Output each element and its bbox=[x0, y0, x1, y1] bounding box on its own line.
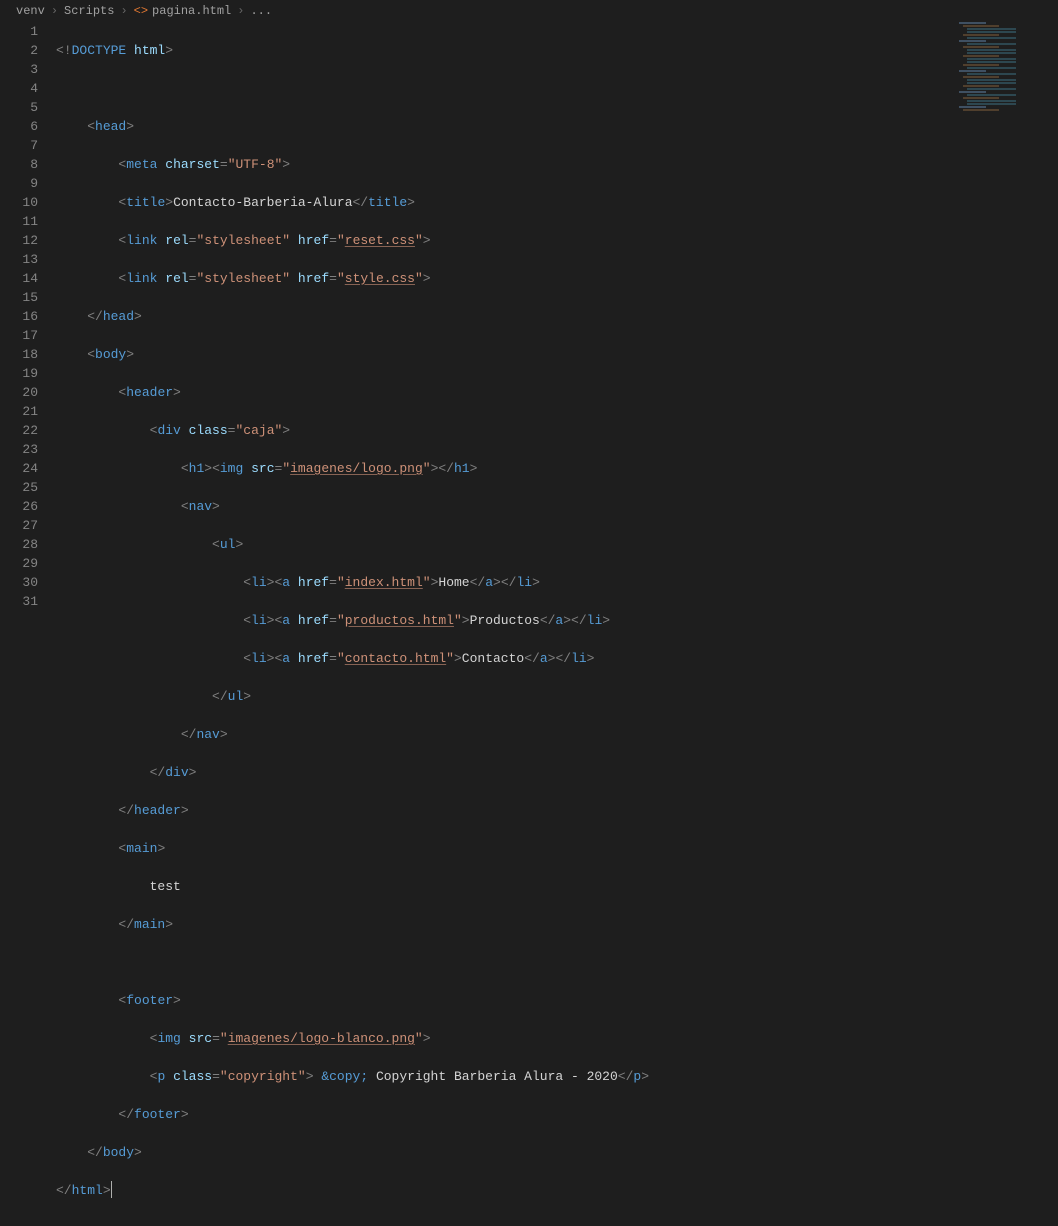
chevron-right-icon: › bbox=[51, 4, 58, 18]
chevron-right-icon: › bbox=[237, 4, 244, 18]
breadcrumb-item[interactable]: ... bbox=[250, 4, 272, 18]
text-cursor bbox=[111, 1181, 112, 1198]
line-number-gutter: 1 2 3 4 5 6 7 8 9 10 11 12 13 14 15 16 1… bbox=[0, 22, 56, 613]
breadcrumb-item[interactable]: venv bbox=[16, 4, 45, 18]
breadcrumb[interactable]: venv › Scripts › <> pagina.html › ... bbox=[0, 0, 1058, 22]
chevron-right-icon: › bbox=[120, 4, 127, 18]
vertical-scrollbar[interactable] bbox=[1044, 22, 1058, 613]
code-area[interactable]: <!DOCTYPE html> <head> <meta charset="UT… bbox=[56, 22, 1058, 613]
html-file-icon: <> bbox=[134, 4, 148, 18]
breadcrumb-item[interactable]: pagina.html bbox=[152, 4, 231, 18]
breadcrumb-item[interactable]: Scripts bbox=[64, 4, 114, 18]
editor[interactable]: 1 2 3 4 5 6 7 8 9 10 11 12 13 14 15 16 1… bbox=[0, 22, 1058, 613]
